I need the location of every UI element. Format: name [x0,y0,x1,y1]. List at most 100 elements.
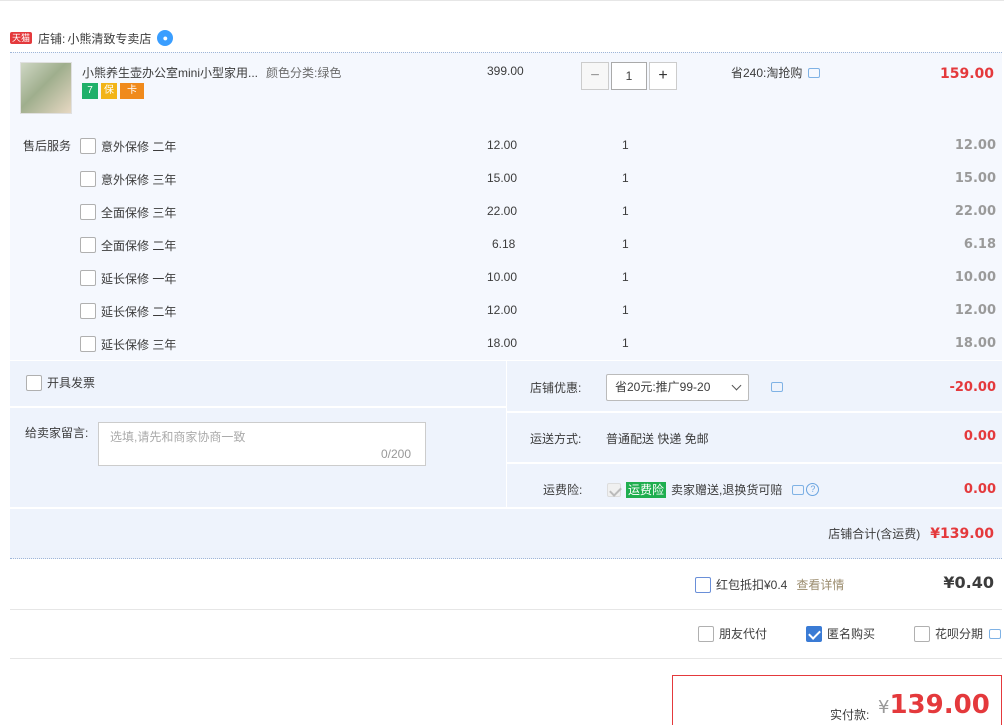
comment-icon[interactable] [989,628,1002,639]
shop-discount-select[interactable]: 省20元:推广99-20 [606,374,749,401]
insurance-text: 卖家赠送,退换货可赔 [671,483,783,497]
warranty-option[interactable]: 延长保修 三年 [80,335,176,353]
anonymous-checkbox[interactable] [806,625,822,642]
warranty-checkbox[interactable] [80,336,96,352]
warranty-subtotal: 15.00 [954,171,996,186]
divider [507,462,1002,464]
warranty-label: 意外保修 三年 [101,172,177,187]
warranty-option[interactable]: 延长保修 一年 [80,269,176,287]
warranty-checkbox[interactable] [80,138,96,154]
warranty-label: 全面保修 二年 [101,238,177,253]
product-sku: 颜色分类:绿色 [266,66,342,80]
warranty-checkbox[interactable] [80,303,96,319]
message-placeholder: 选填,请先和商家协商一致 [110,430,246,444]
product-subtotal: 159.00 [939,66,994,82]
warranty-price: 6.18 [492,237,516,251]
quantity-stepper: − 1 + [581,62,677,90]
divider [10,658,1002,659]
red-packet-value: ¥0.40 [943,573,994,592]
invoice-checkbox[interactable] [26,374,42,391]
warranty-subtotal: 18.00 [954,336,996,351]
product-title-link[interactable]: 小熊养生壶办公室mini小型家用... [82,64,258,81]
payment-amount: ¥139.00 [878,690,990,720]
shop-header: 天猫 店铺: 小熊清致专卖店 ● [10,28,174,48]
comment-icon[interactable] [792,484,805,495]
promo-text: 省240:淘抢购 [731,66,803,80]
warranty-subtotal: 12.00 [954,138,996,153]
comment-icon[interactable] [771,382,783,392]
help-icon[interactable]: ? [806,483,820,496]
promo-info: 省240:淘抢购 [731,64,821,81]
warranty-qty: 1 [622,237,629,251]
shipping-amount: 0.00 [963,429,996,444]
divider [506,361,507,507]
red-packet-option[interactable]: 红包抵扣¥0.4 查看详情 [695,576,844,593]
top-divider [0,0,1004,1]
huabei-option[interactable]: 花呗分期 [914,625,1002,642]
shop-discount-label: 店铺优惠: [530,381,582,395]
warranty-price: 22.00 [487,204,518,218]
warranty-price: 10.00 [487,270,518,284]
shop-label: 店铺: [38,31,66,46]
warranty-option[interactable]: 全面保修 二年 [80,236,176,254]
warranty-qty: 1 [622,270,629,284]
service-icons: 7 保 卡 [82,83,144,99]
divider [10,406,506,408]
warranty-label: 延长保修 二年 [101,304,177,319]
warranty-qty: 1 [622,138,629,152]
shop-total: 店铺合计(含运费) ¥139.00 [828,525,994,542]
warranty-option[interactable]: 意外保修 二年 [80,137,176,155]
warranty-label: 意外保修 二年 [101,139,177,154]
warranty-label: 全面保修 三年 [101,205,177,220]
warranty-qty: 1 [622,171,629,185]
warranty-label: 延长保修 三年 [101,337,177,352]
warranty-subtotal: 22.00 [954,204,996,219]
chevron-down-icon [731,380,742,391]
friend-pay-checkbox[interactable] [698,625,714,642]
warranty-price: 18.00 [487,336,518,350]
warranty-option[interactable]: 意外保修 三年 [80,170,176,188]
warranty-title: 售后服务 [23,139,72,153]
warranty-qty: 1 [622,204,629,218]
guarantee-icon[interactable]: 保 [101,83,117,99]
message-label: 给卖家留言: [25,426,89,440]
wangwang-chat-icon[interactable]: ● [157,30,174,46]
warranty-option[interactable]: 延长保修 二年 [80,302,176,320]
insurance-amount: 0.00 [963,482,996,497]
shipping-label: 运送方式: [530,432,582,446]
quantity-decrease-button[interactable]: − [581,62,609,90]
tmall-badge: 天猫 [10,32,33,44]
divider [10,507,1002,509]
quantity-input[interactable]: 1 [611,62,647,90]
warranty-option[interactable]: 全面保修 三年 [80,203,176,221]
warranty-checkbox[interactable] [80,237,96,253]
huabei-label: 花呗分期 [935,627,984,641]
quantity-increase-button[interactable]: + [649,62,677,90]
product-price: 399.00 [487,64,524,78]
friend-pay-option[interactable]: 朋友代付 [698,625,767,642]
invoice-option[interactable]: 开具发票 [26,374,95,391]
anonymous-option[interactable]: 匿名购买 [806,625,875,642]
comment-icon[interactable] [808,67,821,78]
warranty-checkbox[interactable] [80,204,96,220]
payment-currency: ¥ [878,697,890,718]
warranty-qty: 1 [622,336,629,350]
credit-card-icon[interactable]: 卡 [120,83,144,99]
red-packet-details-link[interactable]: 查看详情 [796,576,844,593]
invoice-label: 开具发票 [47,376,96,390]
warranty-subtotal: 10.00 [954,270,996,285]
shipping-method: 普通配送 快递 免邮 [606,432,709,446]
warranty-price: 15.00 [487,171,518,185]
warranty-checkbox[interactable] [80,270,96,286]
message-char-count: 0/200 [381,447,412,461]
shop-total-value: ¥139.00 [930,525,994,542]
product-image[interactable] [20,62,72,114]
shop-discount-amount: -20.00 [949,380,996,395]
seven-day-return-icon[interactable]: 7 [82,83,98,99]
anonymous-label: 匿名购买 [827,627,876,641]
huabei-checkbox[interactable] [914,625,930,642]
warranty-subtotal: 6.18 [963,237,996,252]
warranty-checkbox[interactable] [80,171,96,187]
shop-name-link[interactable]: 小熊清致专卖店 [67,30,151,47]
red-packet-checkbox[interactable] [695,576,711,593]
